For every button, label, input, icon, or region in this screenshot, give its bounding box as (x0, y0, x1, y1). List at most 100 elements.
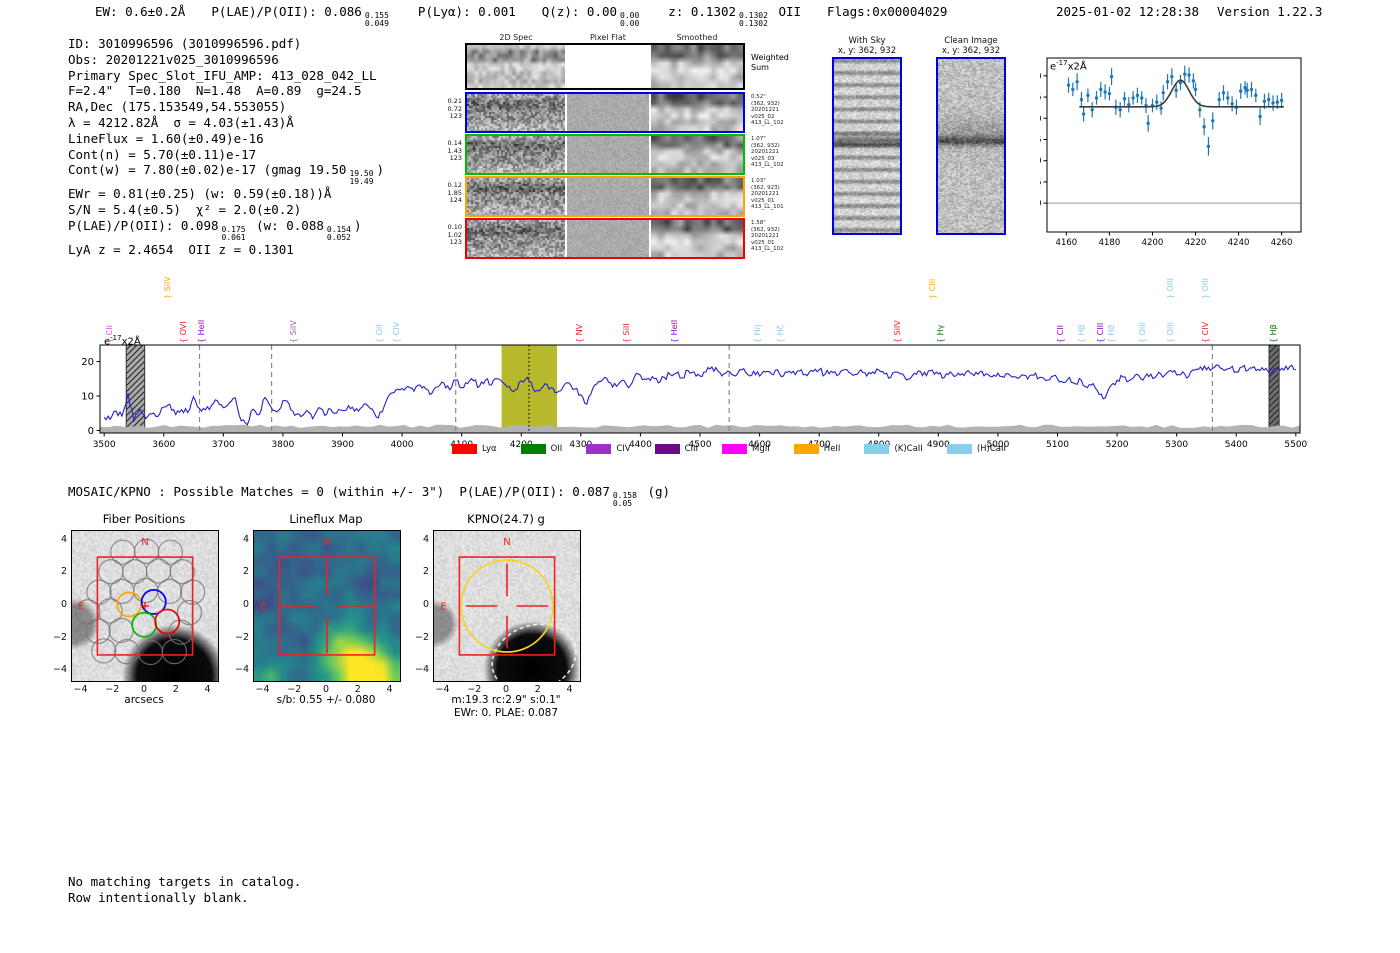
info-line-2-text: Primary Spec_Slot_IFU_AMP: 413_028_042_L… (68, 67, 377, 83)
info-line-8: Cont(w) = 7.80(±0.02)e-17 (gmag 19.50 19.… (68, 162, 384, 186)
data-point (1226, 96, 1230, 100)
info-line-1-text: Obs: 20201221v025_3010996596 (68, 51, 279, 67)
cutout-right-line: 413_LL_102 (751, 162, 784, 169)
fiber-positions-title: Fiber Positions (102, 512, 186, 526)
panel-y-tick-label: 2 (422, 566, 429, 578)
y-tick-label: 7.5 (1040, 135, 1042, 145)
panel-y-tick-label: 0 (60, 599, 67, 610)
legend-item-MgII: MgII (722, 444, 770, 454)
x-tick-label: 5300 (1165, 440, 1188, 450)
x-tick-label: 5500 (1284, 440, 1307, 450)
panel-y-tick-label: 4 (422, 533, 429, 545)
legend-item-HeII: HeII (793, 444, 840, 454)
panel-y-tick-label: 2 (242, 566, 249, 578)
cutout-right-line: 1.03" (751, 178, 766, 184)
cutout-cell-1-0 (467, 94, 565, 131)
header-stat-2: P(Lyα): 0.001 (418, 4, 516, 28)
x-tick-label: 3700 (212, 440, 235, 450)
panel-x-tick-label: −4 (73, 684, 88, 695)
matches-sub: 0.05 (612, 499, 633, 508)
cutout-cell-3-1 (567, 178, 649, 215)
lineflux-caption: s/b: 0.55 +/- 0.080 (276, 694, 376, 706)
info-line-9: EWr = 0.81(±0.25) (w: 0.59(±0.18))Å (68, 186, 384, 202)
x-tick-label: 4220 (1185, 238, 1207, 248)
x-tick-label: 4000 (391, 440, 414, 450)
compass-north-label: N (141, 537, 148, 548)
legend-swatch (864, 444, 890, 454)
timestamp: 2025-01-02 12:28:38 (1056, 4, 1199, 19)
cutout-cell-0-0 (467, 45, 565, 88)
info-line-6: LineFlux = 1.60(±0.49)e-16 (68, 131, 384, 147)
cutout-cell-1-1 (567, 94, 649, 131)
compass-east-label: E (78, 602, 84, 613)
data-point (1099, 87, 1103, 92)
cutout-right-line: v025_03 (751, 155, 775, 162)
x-tick-label: 4260 (1271, 238, 1293, 248)
cutout-right-line: v025_02 (751, 113, 775, 120)
x-tick-label: 3500 (93, 440, 116, 450)
cutout-right-label-2: 1.07" (362, 932) 20201221 v025_03 413_LL_102 (751, 136, 784, 169)
panel-y-tick-label: −2 (52, 631, 67, 643)
data-point (1275, 100, 1280, 104)
data-point (1211, 119, 1215, 123)
cutout-cell-0-2 (651, 45, 743, 88)
fit-plot-units-annotation: e-17x2Å (1050, 59, 1087, 73)
cutout-cell-1-2 (651, 94, 743, 131)
data-point (1135, 93, 1140, 98)
elixer-report-page: EW: 0.6±0.2Å P(LAE)/P(OII): 0.086 0.155 0.0… (0, 0, 1400, 953)
header-stat-1-sub: 0.049 (364, 19, 389, 28)
fiber-circle (161, 639, 187, 665)
data-point (1170, 74, 1174, 79)
cutout-row-2 (465, 134, 745, 175)
data-point (1245, 88, 1249, 92)
line-label-CII: { CII (104, 325, 114, 343)
y-tick-label: 10 (81, 391, 94, 402)
line-label-CIII: } CIII (928, 278, 938, 299)
info-line-7: Cont(n) = 5.70(±0.11)e-17 (68, 147, 384, 163)
y-tick-label: 5.0 (1040, 157, 1042, 167)
kpno-caption-1: m:19.3 rc:2.9" s:0.1" (451, 694, 561, 706)
cutout-right-label-1: 0.52" (362, 932) 20201221 v025_02 413_LL_102 (751, 94, 784, 127)
lineflux-map-overlay: NE (260, 537, 376, 656)
x-tick-label: 4160 (1056, 238, 1078, 248)
data-point (1183, 72, 1187, 76)
header-stat-2-text: P(Lyα): 0.001 (417, 4, 516, 19)
line-label-CII: { CII (1056, 325, 1066, 343)
cutout-right-line: v025_01 (751, 197, 775, 204)
data-point (1122, 97, 1127, 101)
full-spectrum-plot: 3500360037003800390040004100420043004400… (81, 344, 1308, 450)
cutout-cell-4-1 (567, 220, 649, 257)
y-tick-label: 0 (88, 426, 94, 437)
info-line-8-text: ) (376, 162, 385, 178)
compass-east-label: E (440, 602, 446, 613)
data-point (1267, 97, 1271, 102)
clean-image-canvas (938, 59, 1004, 233)
header-stat-3-text: Q(z): 0.00 (541, 4, 618, 19)
panel-x-tick-label: 4 (386, 684, 393, 695)
cutout-left-value: 123 (449, 154, 462, 162)
line-label-SiIV: } SiIV (162, 276, 172, 299)
masked-band-hatch (1268, 344, 1280, 434)
data-point (1187, 73, 1191, 77)
info-line-0: ID: 3010996596 (3010996596.pdf) (68, 36, 384, 52)
data-point (1127, 102, 1131, 107)
cutout-right-line: 413_LL_102 (751, 120, 784, 127)
line-label-CIV: { CIV (1200, 321, 1210, 343)
spectrum-legend: Lyα OII CIV CIII MgII HeII (K)CaII (H)CaII (452, 444, 1006, 454)
info-line-11-sub: 0.052 (326, 232, 351, 242)
panel-x-tick-label: 2 (354, 684, 361, 695)
cutout-right-line: 20201221 (751, 191, 779, 198)
panel-x-tick-label: 0 (140, 684, 148, 695)
info-line-11-text: ) (353, 217, 362, 233)
panel-y-tick-label: −2 (234, 631, 249, 643)
kpno-image-panel: NE (433, 530, 581, 682)
cutout-right-line: (362, 932) (751, 226, 780, 233)
x-tick-label: 5200 (1106, 440, 1129, 450)
fiber-positions-panel: NE (71, 530, 219, 682)
legend-swatch (586, 444, 612, 454)
clean-image-coords: x, y: 362, 932 (941, 46, 1001, 56)
legend-swatch (722, 444, 748, 454)
data-point (1140, 96, 1144, 100)
kpno-caption-2: EWr: 0. PLAE: 0.087 (453, 707, 559, 719)
cutout-row-0 (465, 43, 745, 90)
